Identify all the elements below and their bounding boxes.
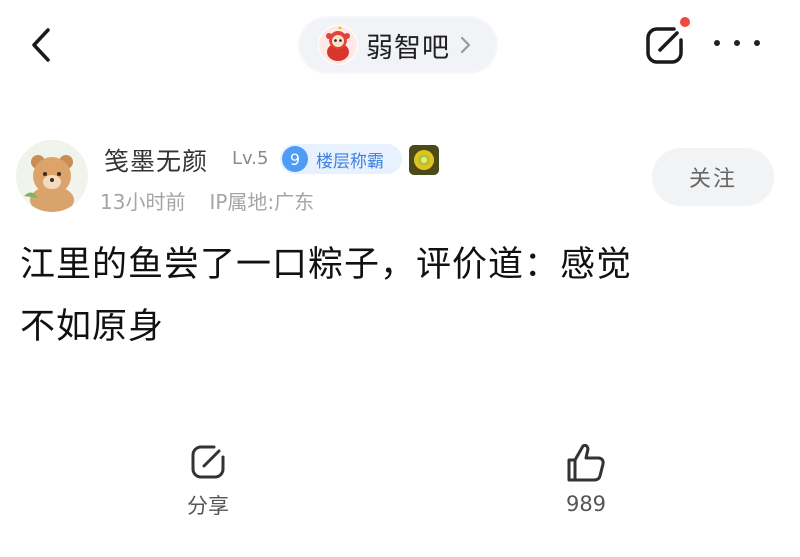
post-time: 13小时前 — [100, 190, 186, 214]
post-meta: 13小时前 IP属地:广东 — [100, 186, 314, 215]
floor-title: 楼层称霸 — [316, 151, 384, 172]
top-bar: 弱智吧 — [0, 0, 800, 95]
floor-title-badge[interactable]: 9 楼层称霸 — [280, 144, 402, 174]
author-name[interactable]: 笺墨无颜 — [104, 142, 208, 178]
more-icon — [714, 40, 720, 46]
medal-icon[interactable] — [408, 144, 440, 176]
like-button[interactable]: 989 — [526, 440, 646, 516]
floor-rank-number: 9 — [282, 146, 308, 172]
edit-button[interactable] — [640, 20, 690, 70]
share-label: 分享 — [187, 494, 229, 518]
post-content-line: 不如原身 — [20, 307, 165, 347]
more-icon — [734, 40, 740, 46]
author-avatar[interactable] — [16, 140, 88, 212]
follow-button[interactable]: 关注 — [652, 148, 774, 206]
more-button[interactable] — [714, 28, 760, 58]
forum-link[interactable]: 弱智吧 — [300, 18, 496, 72]
author-level: Lv.5 — [232, 148, 269, 169]
notification-dot — [680, 17, 690, 27]
thumbs-up-icon — [567, 443, 605, 482]
chevron-right-icon — [460, 36, 471, 54]
back-arrow-icon — [32, 28, 50, 62]
share-icon — [191, 445, 225, 479]
post-content: 江里的鱼尝了一口粽子，评价道：感觉 不如原身 — [20, 234, 760, 358]
forum-name: 弱智吧 — [366, 32, 450, 64]
like-count: 989 — [565, 492, 607, 516]
share-button[interactable]: 分享 — [148, 440, 268, 520]
forum-mascot-icon — [318, 25, 358, 65]
back-button[interactable] — [22, 22, 62, 68]
ip-location: IP属地:广东 — [209, 190, 315, 214]
more-icon — [754, 40, 760, 46]
edit-icon — [646, 27, 683, 64]
post-content-line: 江里的鱼尝了一口粽子，评价道：感觉 — [20, 245, 633, 285]
